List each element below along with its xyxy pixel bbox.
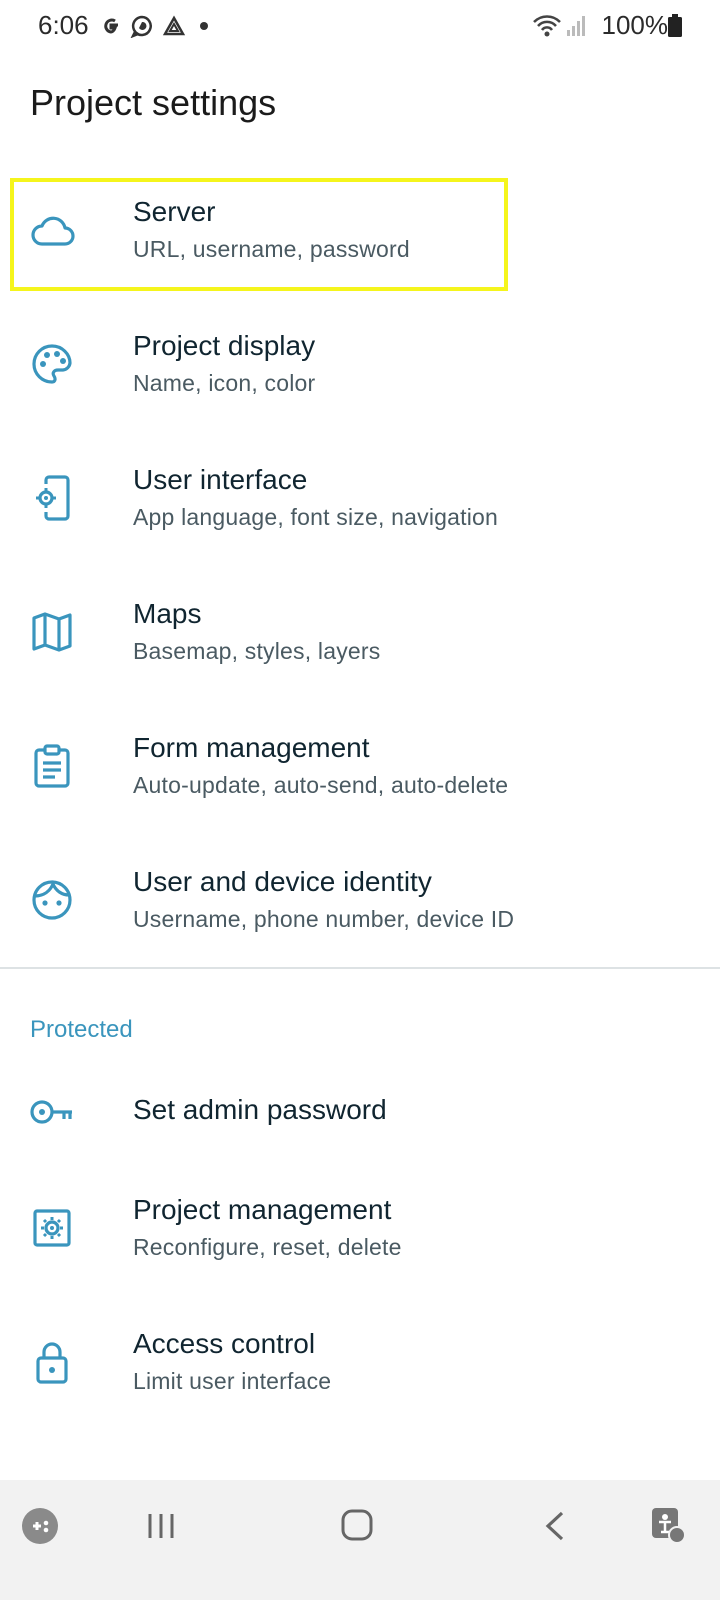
setting-title: User and device identity [133, 866, 432, 897]
game-icon[interactable] [20, 1506, 60, 1546]
setting-title: Set admin password [133, 1094, 387, 1125]
chat-icon [130, 15, 152, 38]
setting-subtitle: Name, icon, color [133, 370, 316, 396]
setting-item-set-admin-password[interactable]: Set admin password [0, 1060, 720, 1164]
setting-title: Project management [133, 1194, 392, 1225]
setting-item-form-management[interactable]: Form management Auto-update, auto-send, … [0, 714, 720, 834]
wifi-icon [533, 15, 561, 37]
notification-icons [100, 14, 210, 38]
highlight-box [10, 178, 508, 291]
status-bar: 6:06 100% [0, 0, 720, 52]
palette-icon [32, 344, 72, 384]
setting-subtitle: Reconfigure, reset, delete [133, 1234, 402, 1260]
setting-item-user-device-identity[interactable]: User and device identity Username, phone… [0, 848, 720, 968]
setting-item-access-control[interactable]: Access control Limit user interface [0, 1310, 720, 1430]
back-icon[interactable] [542, 1510, 568, 1542]
battery-level: 100% [601, 10, 669, 40]
battery-icon [668, 14, 682, 37]
home-icon[interactable] [340, 1508, 374, 1542]
lock-icon [36, 1342, 68, 1384]
setting-title: Form management [133, 732, 370, 763]
dot-icon [200, 22, 208, 30]
system-nav-bar [0, 1480, 720, 1600]
setting-title: Maps [133, 598, 202, 629]
setting-item-user-interface[interactable]: User interface App language, font size, … [0, 446, 720, 566]
status-time: 6:06 [38, 10, 89, 40]
setting-title: Access control [133, 1328, 316, 1359]
settings-box-icon [33, 1209, 71, 1247]
recents-icon[interactable] [146, 1510, 176, 1542]
face-icon [32, 879, 72, 920]
section-divider [0, 967, 720, 969]
phone-settings-icon [36, 475, 70, 521]
setting-subtitle: Limit user interface [133, 1368, 332, 1394]
key-icon [30, 1100, 72, 1124]
clipboard-icon [34, 744, 70, 788]
setting-title: User interface [133, 464, 308, 495]
setting-subtitle: Basemap, styles, layers [133, 638, 381, 664]
signal-icon [567, 16, 585, 36]
setting-subtitle: Username, phone number, device ID [133, 906, 515, 932]
setting-subtitle: Auto-update, auto-send, auto-delete [133, 772, 509, 798]
setting-subtitle: App language, font size, navigation [133, 504, 499, 530]
accessibility-icon[interactable] [646, 1504, 688, 1546]
setting-item-project-display[interactable]: Project display Name, icon, color [0, 312, 720, 432]
drive-icon [162, 15, 186, 36]
setting-item-project-management[interactable]: Project management Reconfigure, reset, d… [0, 1176, 720, 1296]
section-header-protected: Protected [30, 1016, 133, 1043]
page-title: Project settings [30, 82, 277, 123]
map-icon [32, 612, 72, 652]
google-icon [104, 18, 118, 34]
setting-title: Project display [133, 330, 316, 361]
setting-item-maps[interactable]: Maps Basemap, styles, layers [0, 580, 720, 700]
